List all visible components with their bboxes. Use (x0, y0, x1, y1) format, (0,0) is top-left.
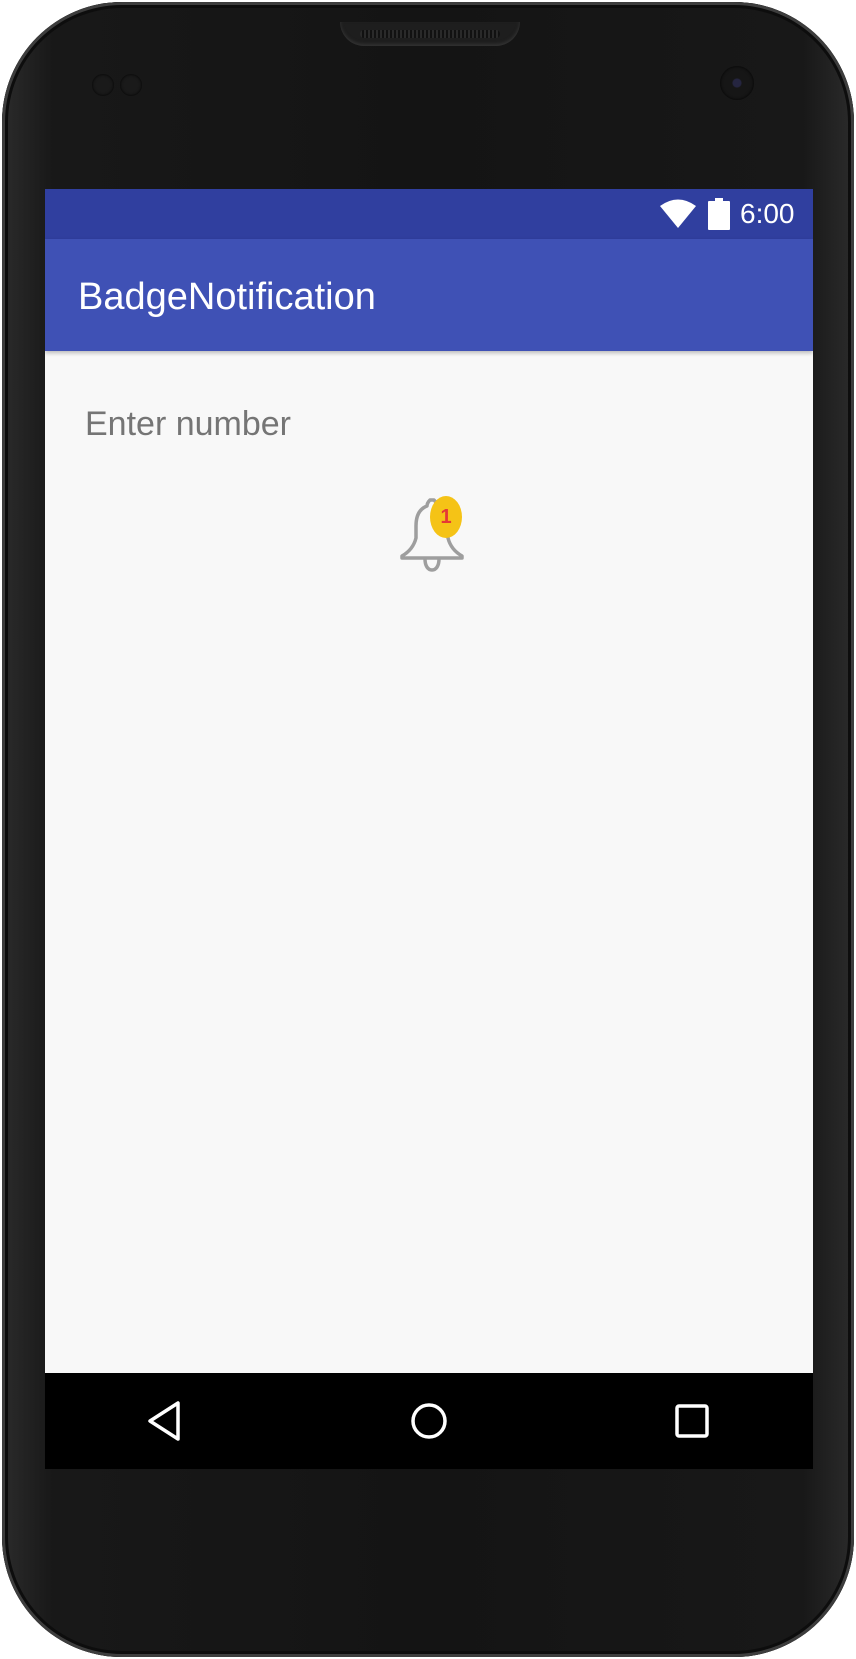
earpiece-speaker (340, 22, 520, 46)
notification-bell-button[interactable]: 1 (392, 496, 472, 572)
app-title: BadgeNotification (78, 276, 376, 318)
light-sensor (120, 74, 142, 96)
proximity-sensor (92, 74, 114, 96)
notification-badge: 1 (430, 496, 462, 538)
status-bar: 6:00 (45, 189, 813, 239)
status-clock: 6:00 (740, 198, 795, 229)
app-screen: 6:00 BadgeNotification 1 (45, 189, 813, 1469)
back-triangle-icon[interactable] (142, 1397, 190, 1445)
navigation-bar (45, 1373, 813, 1469)
recents-square-icon[interactable] (668, 1397, 716, 1445)
front-camera (720, 66, 754, 100)
app-toolbar: BadgeNotification (45, 239, 813, 351)
home-circle-icon[interactable] (405, 1397, 453, 1445)
phone-device-frame: 6:00 BadgeNotification 1 (2, 2, 854, 1657)
wifi-icon (660, 199, 696, 228)
number-input[interactable] (85, 399, 765, 449)
battery-icon (708, 198, 730, 230)
